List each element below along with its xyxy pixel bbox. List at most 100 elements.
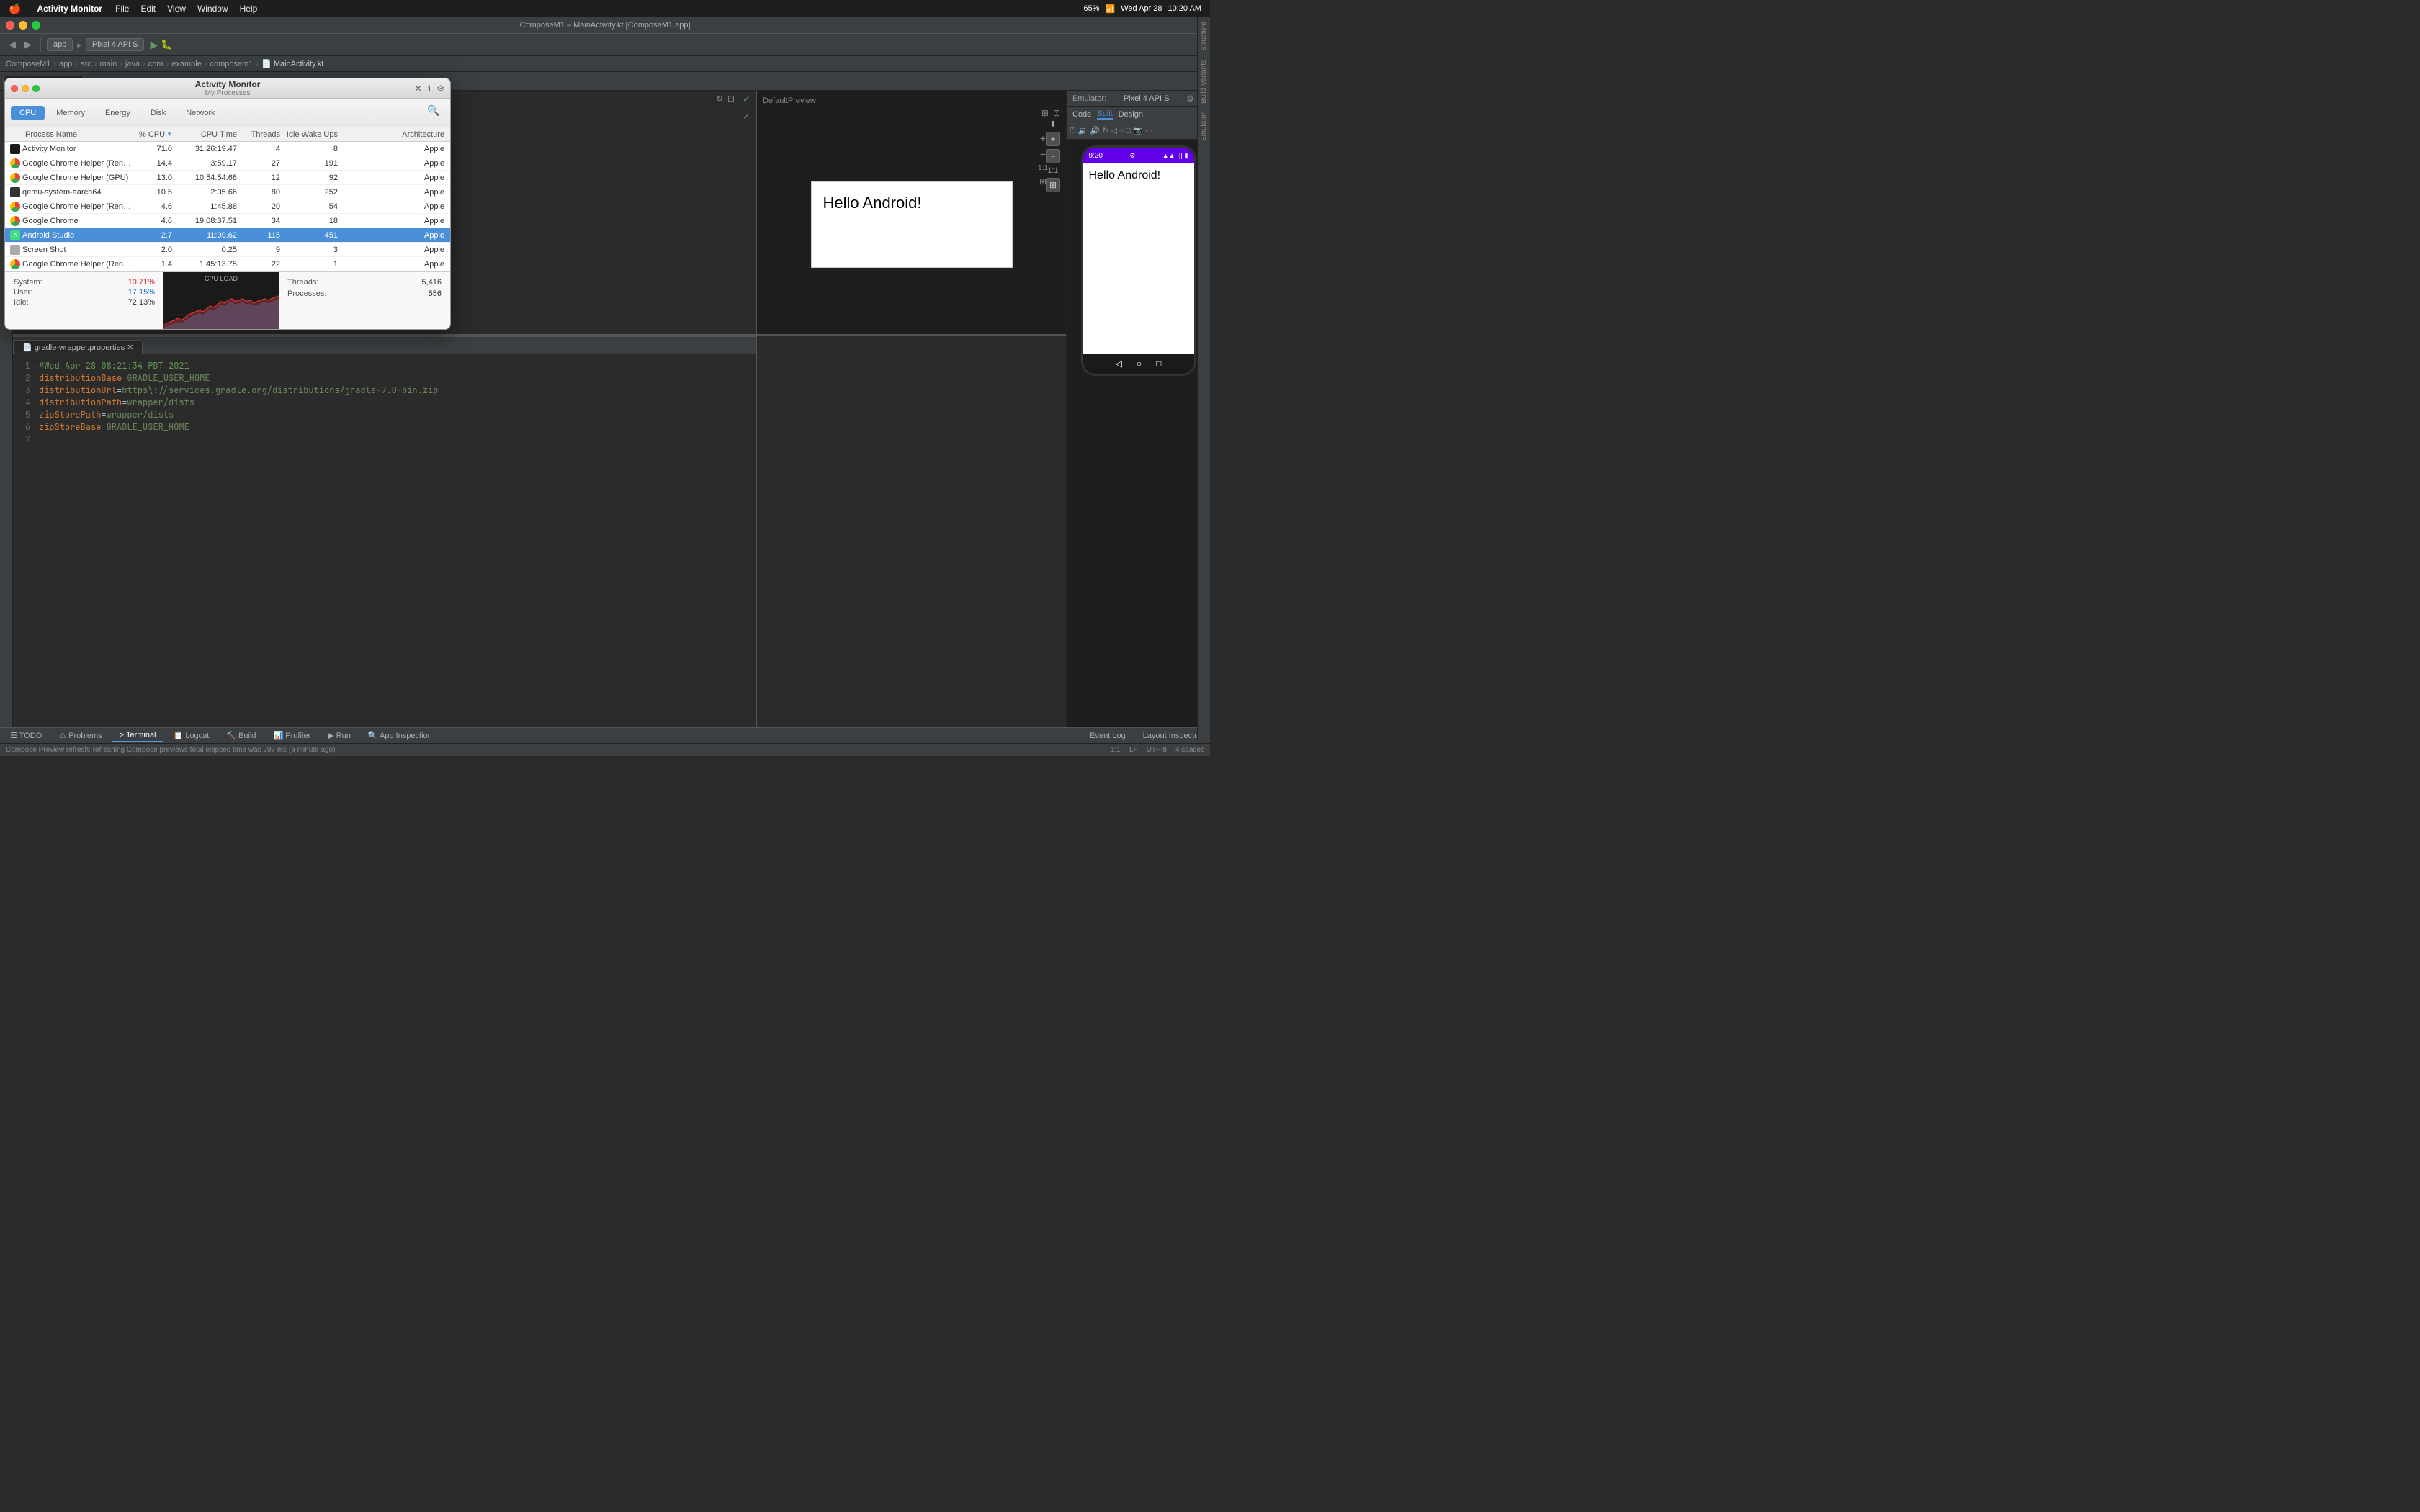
tab-app-inspection[interactable]: 🔍 App Inspection [361, 729, 439, 742]
tab-logcat[interactable]: 📋 Logcat [166, 729, 217, 742]
bc-file[interactable]: 📄 MainActivity.kt [261, 59, 323, 68]
am-tab-energy[interactable]: Energy [97, 106, 139, 120]
split-icon[interactable]: ⊟ [727, 94, 735, 104]
preview-expand-icon[interactable]: ⊞ [1041, 108, 1049, 118]
table-row[interactable]: Screen Shot 2.0 0.25 9 3 Apple [5, 243, 450, 257]
run-btn[interactable]: ▶ [150, 39, 158, 51]
device-selector[interactable]: Pixel 4 API S [86, 38, 145, 51]
tab-profiler[interactable]: 📊 Profiler [266, 729, 318, 742]
table-row[interactable]: Google Chrome Helper (GPU) 13.0 10:54:54… [5, 171, 450, 185]
app-run-config[interactable]: app [47, 38, 73, 51]
split-tab[interactable]: Split [1097, 109, 1112, 120]
bc-app[interactable]: app [59, 60, 72, 68]
table-row[interactable]: Google Chrome Helper (Rende... 14.4 3:59… [5, 156, 450, 171]
am-gear-icon[interactable]: ⚙ [436, 84, 444, 94]
gradle-tab[interactable]: 📄 gradle-wrapper.properties ✕ [13, 340, 143, 354]
phone-home-btn[interactable]: ○ [1137, 359, 1142, 369]
emu-rotate-icon[interactable]: ↻ [1102, 126, 1108, 135]
col-idle[interactable]: Idle Wake Ups [286, 130, 344, 139]
emulator-tab[interactable]: Emulator [1197, 108, 1210, 145]
phone-back-btn[interactable]: ◁ [1116, 359, 1122, 369]
phone-recent-btn[interactable]: □ [1156, 359, 1161, 369]
menu-view[interactable]: View [161, 4, 192, 14]
preview-label: DefaultPreview [763, 96, 816, 105]
battery-level: 65% [1084, 4, 1100, 13]
am-tab-cpu[interactable]: CPU [11, 106, 45, 120]
bc-src[interactable]: src [81, 60, 91, 68]
table-row[interactable]: A Android Studio 2.7 11:09.62 115 451 Ap… [5, 228, 450, 243]
emu-more-icon[interactable]: ⋯ [1145, 126, 1153, 135]
emu-recent-icon[interactable]: □ [1126, 127, 1131, 135]
process-name-chrome-rende2: Google Chrome Helper (Rende... [22, 202, 135, 211]
refresh-icon[interactable]: ↻ [716, 94, 723, 104]
zoom-in-emu-btn[interactable]: + [1037, 132, 1049, 144]
preview-fullscreen-icon[interactable]: ⊡ [1053, 108, 1060, 118]
tab-terminal[interactable]: > Terminal [112, 729, 163, 742]
app-name[interactable]: Activity Monitor [30, 4, 109, 14]
emu-home-icon[interactable]: ○ [1119, 127, 1124, 135]
code-tab[interactable]: Code [1072, 110, 1091, 119]
am-search-icon[interactable]: 🔍 [427, 104, 444, 122]
download-icon[interactable]: ⬇ [1046, 120, 1060, 129]
am-minimize-btn[interactable] [22, 85, 29, 92]
emu-volume-up-icon[interactable]: 🔊 [1090, 126, 1100, 135]
debug-btn[interactable]: 🐛 [161, 39, 172, 51]
zoom-out-emu-btn[interactable]: − [1037, 148, 1049, 160]
am-fullscreen-btn[interactable] [32, 85, 40, 92]
menu-edit[interactable]: Edit [135, 4, 161, 14]
emu-volume-down-icon[interactable]: 🔉 [1078, 126, 1088, 135]
am-tab-memory[interactable]: Memory [48, 106, 94, 120]
emulator-toolbar: ⏻ 🔉 🔊 ↻ ◁ ○ □ 📷 ⋯ [1067, 122, 1210, 140]
col-arch[interactable]: Architecture [344, 130, 450, 139]
wifi-icon: 📶 [1106, 4, 1116, 14]
table-row[interactable]: Google Chrome Helper (Rende... 4.6 1:45.… [5, 199, 450, 214]
am-tab-disk[interactable]: Disk [142, 106, 174, 120]
emu-screenshot-icon[interactable]: 📷 [1133, 126, 1143, 135]
menu-help[interactable]: Help [234, 4, 264, 14]
process-name-qemu: qemu-system-aarch64 [22, 188, 135, 197]
bc-main[interactable]: main [99, 60, 117, 68]
emu-back-icon[interactable]: ◁ [1111, 126, 1116, 135]
table-row[interactable]: Google Chrome Helper (Rende... 1.4 1:45:… [5, 257, 450, 271]
bc-java[interactable]: java [125, 60, 140, 68]
fit-screen-emu-btn[interactable]: ⊞ [1037, 176, 1049, 188]
col-process-name[interactable]: Process Name [5, 130, 135, 139]
apple-menu[interactable]: 🍎 [0, 3, 30, 15]
am-tab-network[interactable]: Network [177, 106, 223, 120]
tab-problems[interactable]: ⚠ Problems [52, 729, 109, 742]
menu-file[interactable]: File [109, 4, 135, 14]
col-cputime[interactable]: CPU Time [178, 130, 243, 139]
bc-example[interactable]: example [171, 60, 202, 68]
cursor-position: 1:1 [1111, 746, 1121, 754]
col-cpu[interactable]: % CPU ▼ [135, 130, 178, 139]
event-log-tab[interactable]: Event Log [1084, 732, 1131, 740]
bc-composem1[interactable]: ComposeM1 [6, 60, 50, 68]
menu-window[interactable]: Window [192, 4, 234, 14]
bc-com[interactable]: com [148, 60, 163, 68]
tab-run[interactable]: ▶ Run [321, 729, 358, 742]
emulator-settings-icon[interactable]: ⚙ [1186, 94, 1194, 104]
build-variants-tab[interactable]: Build Variants [1197, 91, 1210, 108]
menubar: 🍎 Activity Monitor File Edit View Window… [0, 0, 1210, 17]
fullscreen-button[interactable] [32, 21, 40, 30]
am-close-btn[interactable] [11, 85, 18, 92]
preview-frame: Hello Android! [811, 181, 1013, 268]
close-button[interactable] [6, 21, 14, 30]
emu-ratio: 1:1 [1037, 164, 1049, 172]
design-tab[interactable]: Design [1119, 110, 1143, 119]
table-row[interactable]: qemu-system-aarch64 10.5 2:05.66 80 252 … [5, 185, 450, 199]
bc-composem1-pkg[interactable]: composem1 [210, 60, 253, 68]
col-threads[interactable]: Threads [243, 130, 286, 139]
emu-power-icon[interactable]: ⏻ [1070, 126, 1076, 135]
forward-btn[interactable]: ▶ [22, 39, 35, 50]
tab-todo[interactable]: ☰ TODO [3, 729, 49, 742]
back-btn[interactable]: ◀ [6, 39, 19, 50]
phone-battery-icon: ▮ [1185, 152, 1188, 160]
minimize-button[interactable] [19, 21, 27, 30]
table-row[interactable]: Activity Monitor 71.0 31:26:19.47 4 8 Ap… [5, 142, 450, 156]
am-close-icon[interactable]: ✕ [415, 84, 422, 94]
table-row[interactable]: Google Chrome 4.6 19:08:37.51 34 18 Appl… [5, 214, 450, 228]
am-info-icon[interactable]: ℹ [428, 84, 431, 94]
tab-build[interactable]: 🔨 Build [219, 729, 263, 742]
threads-stat: Threads: 5,416 [287, 278, 442, 287]
